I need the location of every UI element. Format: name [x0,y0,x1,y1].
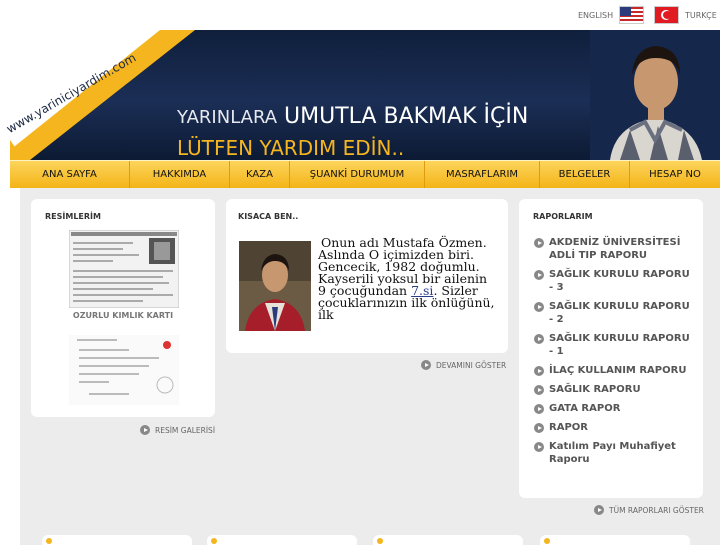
all-reports-link[interactable]: TÜM RAPORLARI GÖSTER [594,505,704,515]
reports-panel: RAPORLARIM AKDENİZ ÜNİVERSİTESİ ADLİ TIP… [519,199,703,498]
nav-item-ana-sayfa[interactable]: ANA SAYFA [10,161,130,188]
banner-tagline-line1: YARINLARA UMUTLA BAKMAK İÇİN [177,104,529,129]
bullet-icon [544,538,550,544]
about-panel-title: KISACA BEN.. [238,212,299,221]
header-banner: YARINLARA UMUTLA BAKMAK İÇİN LÜTFEN YARD… [10,30,720,160]
play-arrow-icon [534,238,544,248]
play-arrow-icon [421,360,431,370]
play-arrow-icon [534,366,544,376]
bottom-box [540,535,690,545]
nav-item-suanki-durumum[interactable]: ŞUANKİ DURUMUM [290,161,425,188]
banner-tagline-line2: LÜTFEN YARDIM EDİN.. [177,136,405,160]
report-item[interactable]: İLAÇ KULLANIM RAPORU [534,364,694,377]
report-item[interactable]: RAPOR [534,421,694,434]
report-item[interactable]: GATA RAPOR [534,402,694,415]
gallery-link-label: RESİM GALERİSİ [155,425,216,435]
language-turkish-label: TURKÇE [685,10,717,20]
bullet-icon [211,538,217,544]
reports-list: AKDENİZ ÜNİVERSİTESİ ADLİ TIP RAPORU SAĞ… [534,236,694,472]
nav-item-hesap-no[interactable]: HESAP NO [630,161,720,188]
id-card-image[interactable] [69,230,179,308]
play-arrow-icon [594,505,604,515]
bottom-box [207,535,357,545]
nav-item-masraflarim[interactable]: MASRAFLARIM [425,161,540,188]
play-arrow-icon [140,425,150,435]
play-arrow-icon [534,270,544,280]
play-arrow-icon [534,404,544,414]
about-text: Onun adı Mustafa Özmen. Aslında O içimiz… [318,235,495,322]
about-more-link-label: DEVAMINI GÖSTER [436,360,507,370]
language-english[interactable]: ENGLISH [578,6,645,24]
us-flag-icon[interactable] [619,6,645,24]
report-item[interactable]: Katılım Payı Muhafiyet Raporu [534,440,694,466]
language-turkish[interactable]: TURKÇE [654,6,717,24]
nav-item-belgeler[interactable]: BELGELER [540,161,630,188]
report-item[interactable]: SAĞLIK KURULU RAPORU - 1 [534,332,694,358]
play-arrow-icon [534,385,544,395]
report-item[interactable]: SAĞLIK RAPORU [534,383,694,396]
turkey-flag-icon[interactable] [654,6,679,24]
report-item[interactable]: SAĞLIK KURULU RAPORU - 3 [534,268,694,294]
bullet-icon [377,538,383,544]
reports-panel-title: RAPORLARIM [533,212,593,221]
report-item[interactable]: SAĞLIK KURULU RAPORU - 2 [534,300,694,326]
play-arrow-icon [534,334,544,344]
play-arrow-icon [534,423,544,433]
document-image[interactable] [69,335,179,405]
report-item[interactable]: AKDENİZ ÜNİVERSİTESİ ADLİ TIP RAPORU [534,236,694,262]
language-english-label: ENGLISH [578,10,614,20]
about-more-link[interactable]: DEVAMINI GÖSTER [421,360,506,370]
nav-item-kaza[interactable]: KAZA [230,161,290,188]
profile-photo[interactable] [239,241,311,331]
play-arrow-icon [534,442,544,452]
nav-item-hakkimda[interactable]: HAKKIMDA [130,161,230,188]
photos-panel-title: RESİMLERİM [45,212,101,221]
person-photo [590,30,720,160]
bottom-box [373,535,523,545]
bottom-box [42,535,192,545]
play-arrow-icon [534,302,544,312]
bullet-icon [46,538,52,544]
main-nav: ANA SAYFA HAKKIMDA KAZA ŞUANKİ DURUMUM M… [10,160,720,188]
about-panel: KISACA BEN.. Onun adı Mustafa Özmen. Asl… [226,199,508,353]
photos-panel: RESİMLERİM OZURLU KIMLIK KARTI [31,199,215,417]
all-reports-link-label: TÜM RAPORLARI GÖSTER [609,505,704,515]
gallery-link[interactable]: RESİM GALERİSİ [140,425,215,435]
id-card-caption: OZURLU KIMLIK KARTI [72,311,174,320]
